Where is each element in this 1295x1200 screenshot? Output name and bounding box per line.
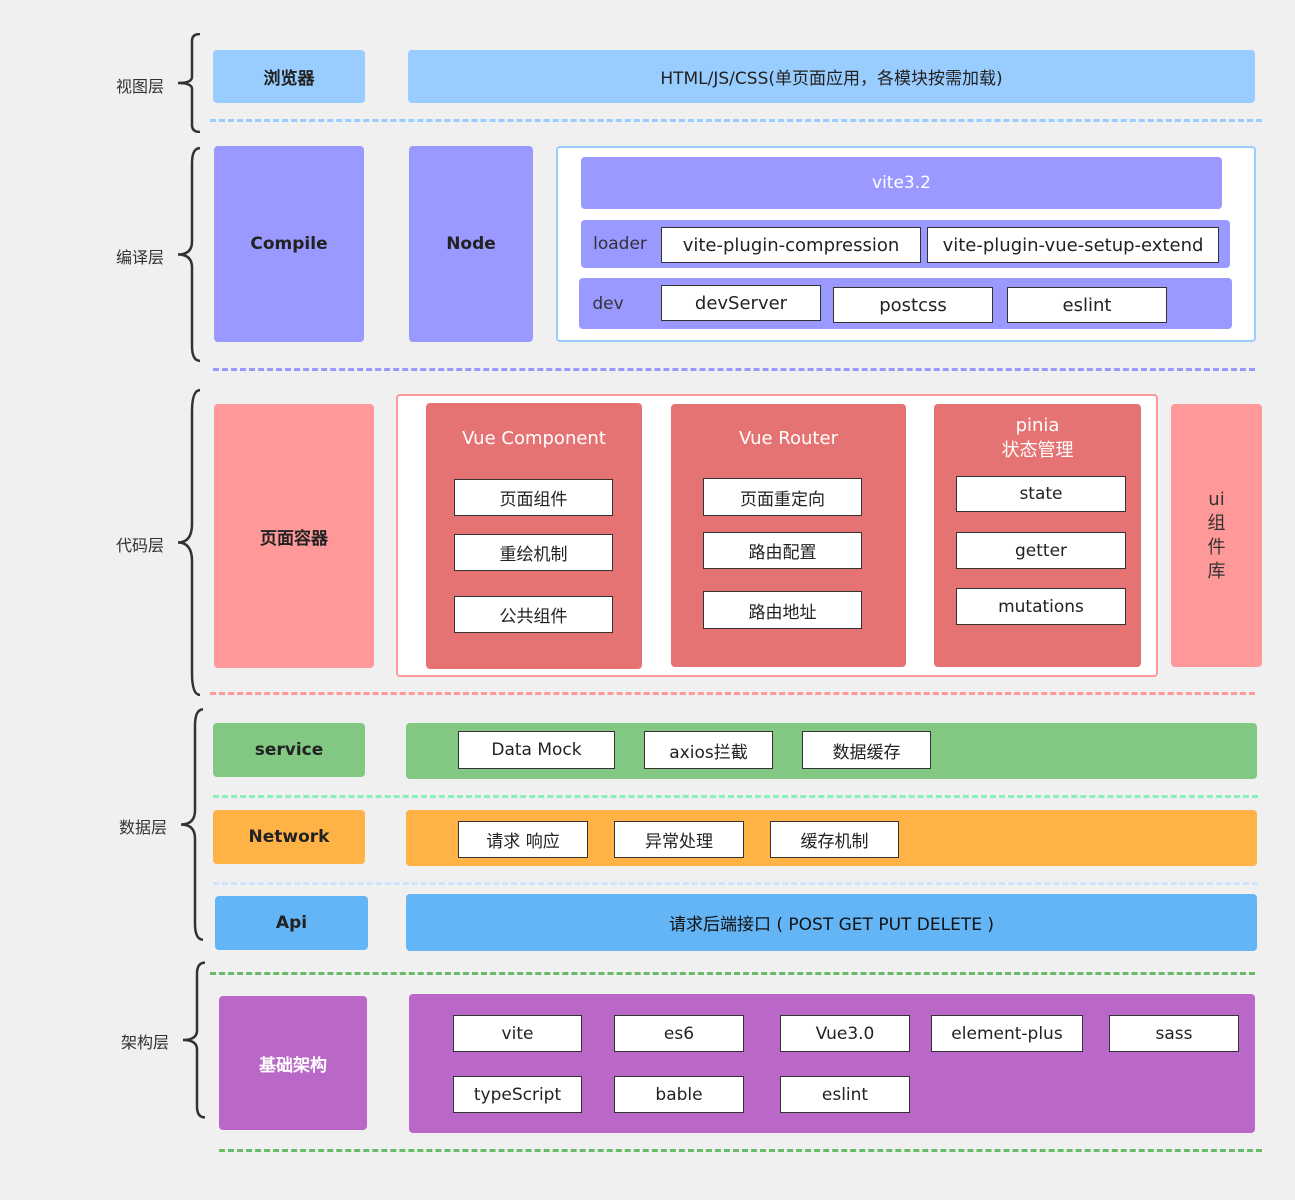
loader-item: vite-plugin-compression [661, 227, 921, 263]
api-bar: 请求后端接口 ( POST GET PUT DELETE ) [406, 894, 1257, 951]
network-item: 请求 响应 [458, 821, 588, 858]
api-box: Api [215, 896, 368, 950]
arch-item: sass [1109, 1015, 1239, 1052]
html-js-css-bar: HTML/JS/CSS(单页面应用，各模块按需加载) [408, 50, 1255, 103]
vue-component-title: Vue Component [462, 427, 606, 449]
service-item: Data Mock [458, 731, 615, 769]
dev-item: postcss [833, 287, 993, 323]
divider [210, 972, 1255, 975]
arch-item: typeScript [453, 1076, 582, 1113]
network-item: 缓存机制 [770, 821, 899, 858]
divider [213, 882, 1258, 885]
vue-router-item: 路由地址 [703, 591, 862, 629]
layer-label-data: 数据层 [118, 818, 167, 837]
dev-label: dev [592, 294, 624, 314]
browser-box: 浏览器 [213, 50, 365, 103]
ui-library-char: 组 [1207, 512, 1226, 534]
vue-router-title: Vue Router [739, 427, 838, 449]
service-item: 数据缓存 [802, 731, 931, 769]
arch-item: Vue3.0 [780, 1015, 910, 1052]
loader-label: loader [593, 234, 647, 254]
vite-version-bar: vite3.2 [581, 157, 1222, 209]
divider [213, 368, 1255, 371]
vue-router-item: 路由配置 [703, 532, 862, 569]
network-box: Network [213, 810, 365, 864]
ui-library-char: ui [1208, 488, 1225, 510]
divider [219, 1149, 1262, 1152]
ui-library-char: 件 [1207, 536, 1226, 558]
node-box: Node [409, 146, 533, 342]
page-container-box: 页面容器 [214, 404, 374, 668]
divider [210, 119, 1262, 122]
vue-component-item: 页面组件 [454, 479, 613, 516]
arch-item: element-plus [931, 1015, 1083, 1052]
service-item: axios拦截 [644, 731, 773, 769]
brace-icon [172, 146, 202, 363]
dev-item: devServer [661, 285, 821, 321]
pinia-item: mutations [956, 588, 1126, 625]
layer-label-compile: 编译层 [115, 248, 164, 267]
arch-item: vite [453, 1015, 582, 1052]
ui-library-box: ui 组 件 库 [1171, 404, 1262, 667]
ui-library-char: 库 [1207, 560, 1226, 582]
architecture-diagram: 视图层 浏览器 HTML/JS/CSS(单页面应用，各模块按需加载) 编译层 C… [0, 0, 1295, 1200]
pinia-title: pinia [1015, 414, 1060, 436]
base-architecture-box: 基础架构 [219, 996, 367, 1130]
divider [213, 795, 1258, 798]
arch-item: bable [614, 1076, 744, 1113]
pinia-item: state [956, 476, 1126, 512]
service-box: service [213, 723, 365, 777]
brace-icon [172, 387, 202, 698]
vue-router-item: 页面重定向 [703, 478, 862, 516]
dev-item: eslint [1007, 287, 1167, 323]
vue-component-item: 重绘机制 [454, 534, 613, 571]
vue-component-item: 公共组件 [454, 596, 613, 633]
arch-item: eslint [780, 1076, 910, 1113]
layer-label-view: 视图层 [115, 77, 164, 96]
arch-item: es6 [614, 1015, 744, 1052]
brace-icon [181, 961, 207, 1119]
pinia-subtitle: 状态管理 [1001, 440, 1074, 461]
network-item: 异常处理 [614, 821, 744, 858]
layer-label-code: 代码层 [115, 536, 164, 555]
compile-box: Compile [214, 146, 364, 342]
divider [210, 692, 1255, 695]
brace-icon [175, 707, 205, 942]
pinia-item: getter [956, 532, 1126, 569]
brace-icon [176, 33, 202, 133]
layer-label-arch: 架构层 [120, 1033, 169, 1052]
loader-item: vite-plugin-vue-setup-extend [927, 227, 1219, 263]
